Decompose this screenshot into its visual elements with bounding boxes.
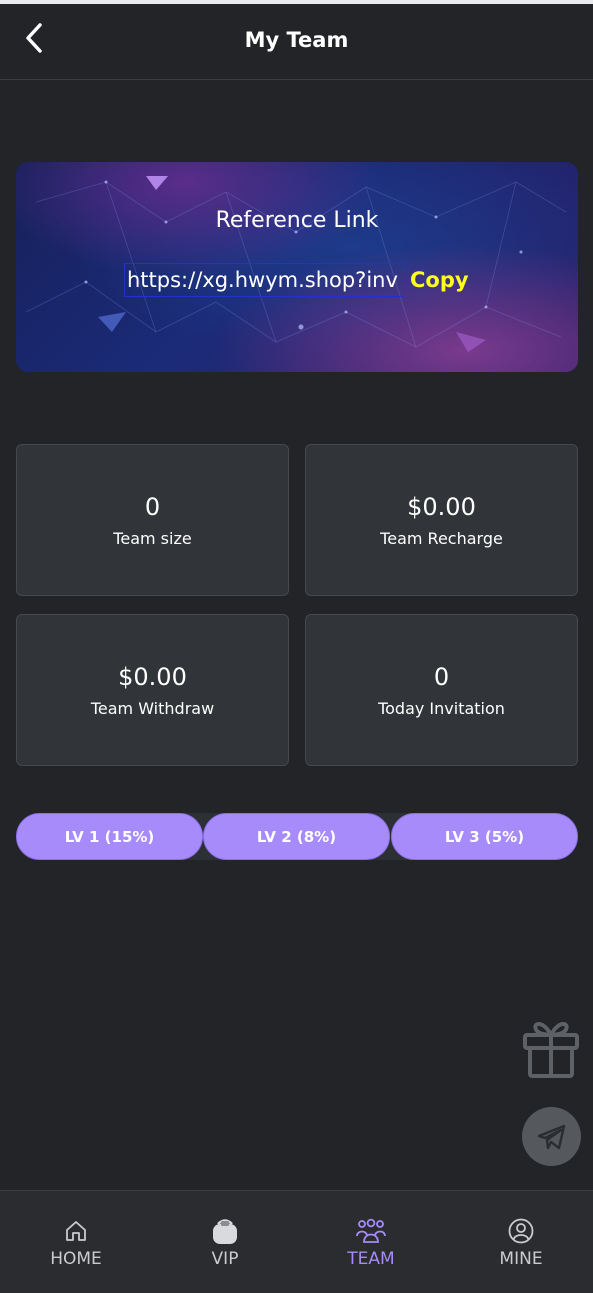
- reference-link-card: Reference Link https://xg.hwym.shop?inv …: [16, 162, 578, 372]
- nav-vip[interactable]: VIP: [151, 1191, 299, 1291]
- gift-button[interactable]: [521, 1015, 581, 1079]
- stat-today-invitation: 0 Today Invitation: [305, 614, 578, 766]
- nav-vip-label: VIP: [211, 1249, 239, 1269]
- reference-link-field[interactable]: https://xg.hwym.shop?inv: [124, 263, 404, 297]
- reference-link-title: Reference Link: [215, 208, 379, 233]
- telegram-button[interactable]: [522, 1107, 581, 1166]
- tab-level-2[interactable]: LV 2 (8%): [203, 813, 390, 860]
- stat-value: 0: [144, 493, 161, 521]
- stat-label: Team Recharge: [380, 529, 503, 548]
- page-title: My Team: [244, 28, 349, 52]
- stat-label: Team Withdraw: [90, 699, 215, 718]
- tab-level-3[interactable]: LV 3 (5%): [391, 813, 578, 860]
- nav-team[interactable]: TEAM: [297, 1191, 445, 1291]
- vip-icon: [213, 1219, 237, 1244]
- nav-team-label: TEAM: [347, 1249, 395, 1269]
- team-icon: [356, 1218, 386, 1243]
- app-header: My Team: [0, 4, 593, 80]
- stat-team-recharge: $0.00 Team Recharge: [305, 444, 578, 596]
- stat-team-size: 0 Team size: [16, 444, 289, 596]
- copy-button[interactable]: Copy: [410, 268, 469, 292]
- bottom-nav: HOME VIP TEAM MINE: [0, 1190, 593, 1293]
- stat-label: Today Invitation: [378, 699, 505, 718]
- tab-level-1[interactable]: LV 1 (15%): [16, 813, 203, 860]
- stat-value: $0.00: [118, 663, 187, 691]
- level-tabs: LV 1 (15%) LV 2 (8%) LV 3 (5%): [16, 813, 578, 860]
- stat-value: 0: [433, 663, 450, 691]
- stat-value: $0.00: [407, 493, 476, 521]
- nav-mine-label: MINE: [499, 1249, 543, 1269]
- reference-link-row: https://xg.hwym.shop?inv Copy: [124, 262, 469, 298]
- telegram-icon: [537, 1124, 565, 1149]
- stat-label: Team size: [113, 529, 192, 548]
- nav-home[interactable]: HOME: [2, 1191, 150, 1291]
- user-icon: [508, 1218, 534, 1244]
- nav-mine[interactable]: MINE: [447, 1191, 593, 1291]
- stat-team-withdraw: $0.00 Team Withdraw: [16, 614, 289, 766]
- gift-icon: [523, 1022, 579, 1078]
- nav-home-label: HOME: [50, 1249, 102, 1269]
- home-icon: [66, 1221, 86, 1241]
